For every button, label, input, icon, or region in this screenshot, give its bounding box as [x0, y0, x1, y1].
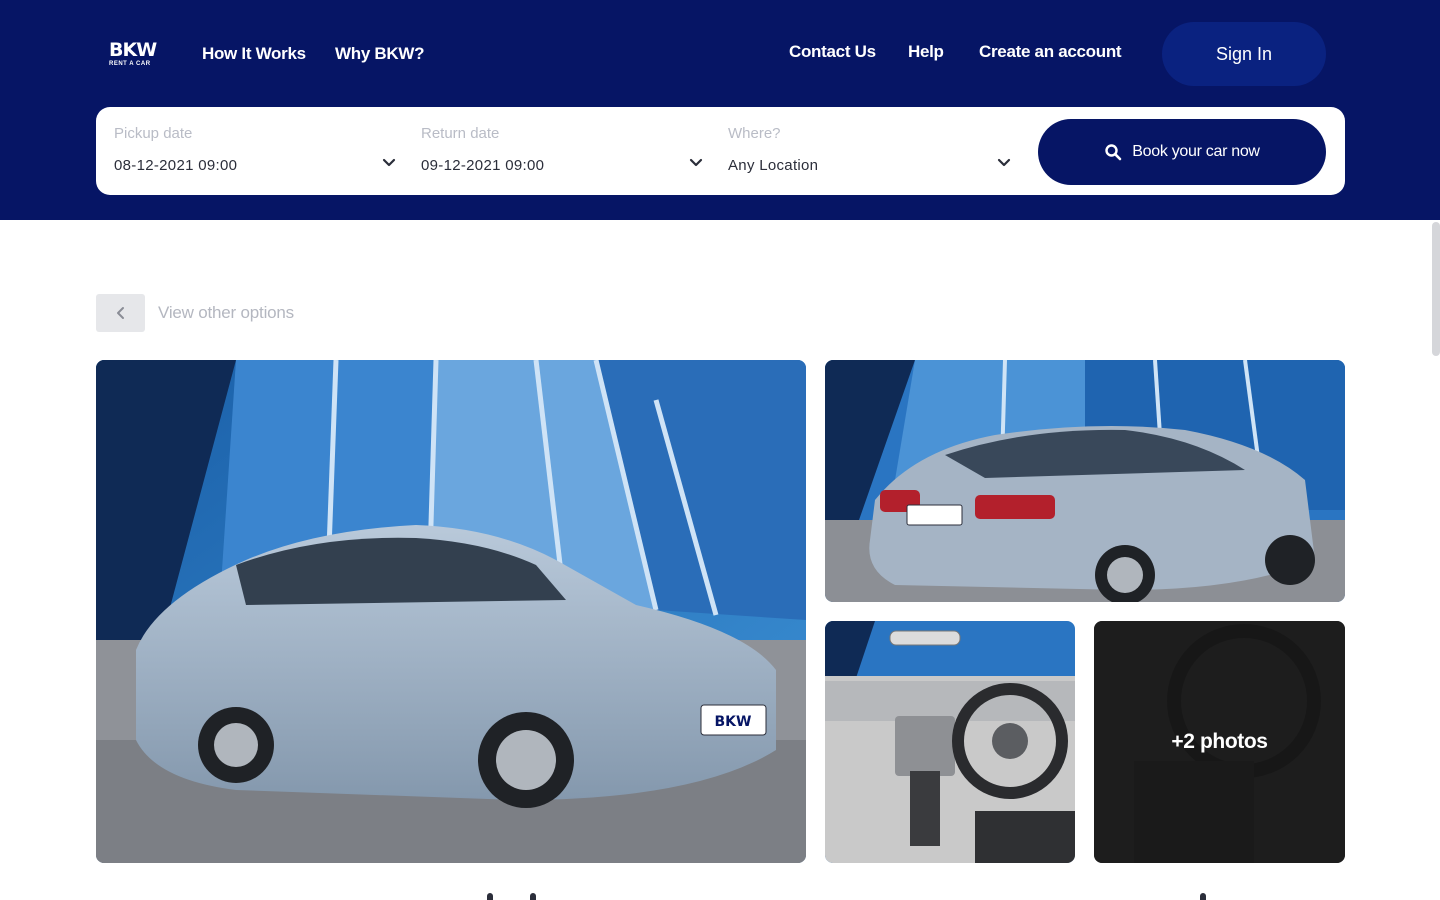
pickup-date-label: Pickup date	[114, 125, 193, 142]
location-label: Where?	[728, 125, 781, 142]
nav-contact-us[interactable]: Contact Us	[789, 42, 876, 62]
page-scrollbar[interactable]	[1432, 222, 1440, 356]
car-photo-rear[interactable]	[825, 360, 1345, 602]
sign-in-button[interactable]: Sign In	[1162, 22, 1326, 86]
search-icon	[1105, 144, 1122, 161]
car-interior-image	[825, 621, 1075, 863]
site-header: BKW RENT A CAR How It Works Why BKW? Con…	[0, 0, 1440, 220]
book-car-label: Book your car now	[1132, 143, 1260, 160]
nav-help[interactable]: Help	[908, 42, 944, 62]
license-plate: BKW	[715, 714, 752, 730]
car-photo-main[interactable]: BKW	[96, 360, 806, 863]
car-front-image: BKW	[96, 360, 806, 863]
logo-wordmark: BKW	[109, 39, 157, 61]
content-peek	[1200, 893, 1206, 900]
nav-create-account[interactable]: Create an account	[979, 42, 1122, 62]
car-rear-image	[825, 360, 1345, 602]
return-date-label: Return date	[421, 125, 500, 142]
booking-search-bar: Pickup date 08-12-2021 09:00 Return date…	[96, 107, 1345, 195]
return-date-field[interactable]: Return date 09-12-2021 09:00	[403, 107, 710, 195]
logo-tagline: RENT A CAR	[109, 61, 151, 67]
chevron-left-icon	[116, 307, 124, 319]
chevron-down-icon[interactable]	[995, 154, 1013, 172]
return-date-value: 09-12-2021 09:00	[421, 157, 545, 174]
content-peek	[530, 893, 536, 900]
more-photos-overlay: +2 photos	[1094, 621, 1345, 863]
nav-why-bkw[interactable]: Why BKW?	[335, 44, 425, 64]
more-photos-label: +2 photos	[1171, 730, 1268, 753]
content-peek	[487, 893, 493, 900]
chevron-down-icon[interactable]	[687, 154, 705, 172]
location-value: Any Location	[728, 157, 819, 174]
back-button[interactable]	[96, 294, 145, 332]
chevron-down-icon[interactable]	[380, 154, 398, 172]
nav-how-it-works[interactable]: How It Works	[202, 44, 306, 64]
pickup-date-value: 08-12-2021 09:00	[114, 157, 238, 174]
book-car-button[interactable]: Book your car now	[1038, 119, 1326, 185]
brand-logo[interactable]: BKW RENT A CAR	[109, 39, 157, 70]
location-field[interactable]: Where? Any Location	[710, 107, 1020, 195]
more-photos-tile[interactable]: +2 photos	[1094, 621, 1345, 863]
pickup-date-field[interactable]: Pickup date 08-12-2021 09:00	[96, 107, 403, 195]
car-photo-interior[interactable]	[825, 621, 1075, 863]
view-other-options-link[interactable]: View other options	[158, 303, 294, 323]
